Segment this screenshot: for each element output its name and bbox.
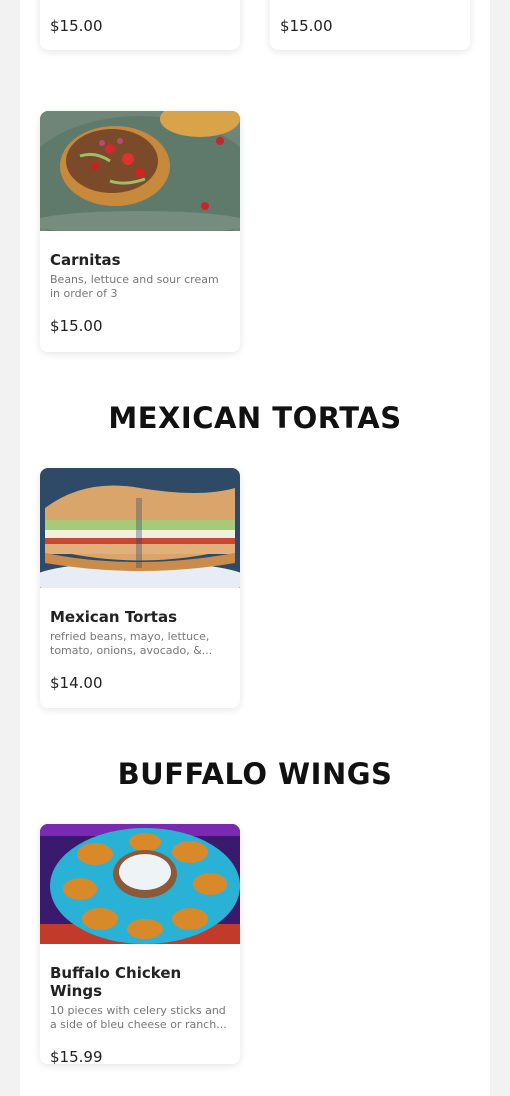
- item-title: Mexican Tortas: [50, 608, 177, 626]
- item-price: $15.00: [50, 17, 103, 35]
- menu-item-card[interactable]: Mexican Tortas refried beans, mayo, lett…: [40, 468, 240, 708]
- item-title: Buffalo Chicken Wings: [50, 964, 182, 1000]
- wings-photo: [40, 824, 240, 944]
- tortas-photo: [40, 468, 240, 588]
- menu-item-card[interactable]: Buffalo Chicken Wings 10 pieces with cel…: [40, 824, 240, 1064]
- menu-item-card[interactable]: $15.00: [40, 0, 240, 50]
- item-price: $15.99: [50, 1048, 103, 1064]
- item-description: Beans, lettuce and sour cream in order o…: [50, 273, 219, 300]
- menu-page: $15.00 $15.00 Carnitas Beans, lettuce an…: [20, 0, 490, 1096]
- carnitas-photo: [40, 111, 240, 231]
- item-title: Carnitas: [50, 251, 121, 269]
- item-description: refried beans, mayo, lettuce, tomato, on…: [50, 630, 213, 657]
- section-title: MEXICAN TORTAS: [108, 401, 402, 435]
- item-price: $15.00: [50, 317, 103, 335]
- item-price: $14.00: [50, 674, 103, 692]
- menu-item-card[interactable]: Carnitas Beans, lettuce and sour cream i…: [40, 111, 240, 352]
- section-title: BUFFALO WINGS: [117, 757, 393, 791]
- item-description: 10 pieces with celery sticks and a side …: [50, 1004, 227, 1031]
- item-price: $15.00: [280, 17, 333, 35]
- menu-item-card[interactable]: $15.00: [270, 0, 470, 50]
